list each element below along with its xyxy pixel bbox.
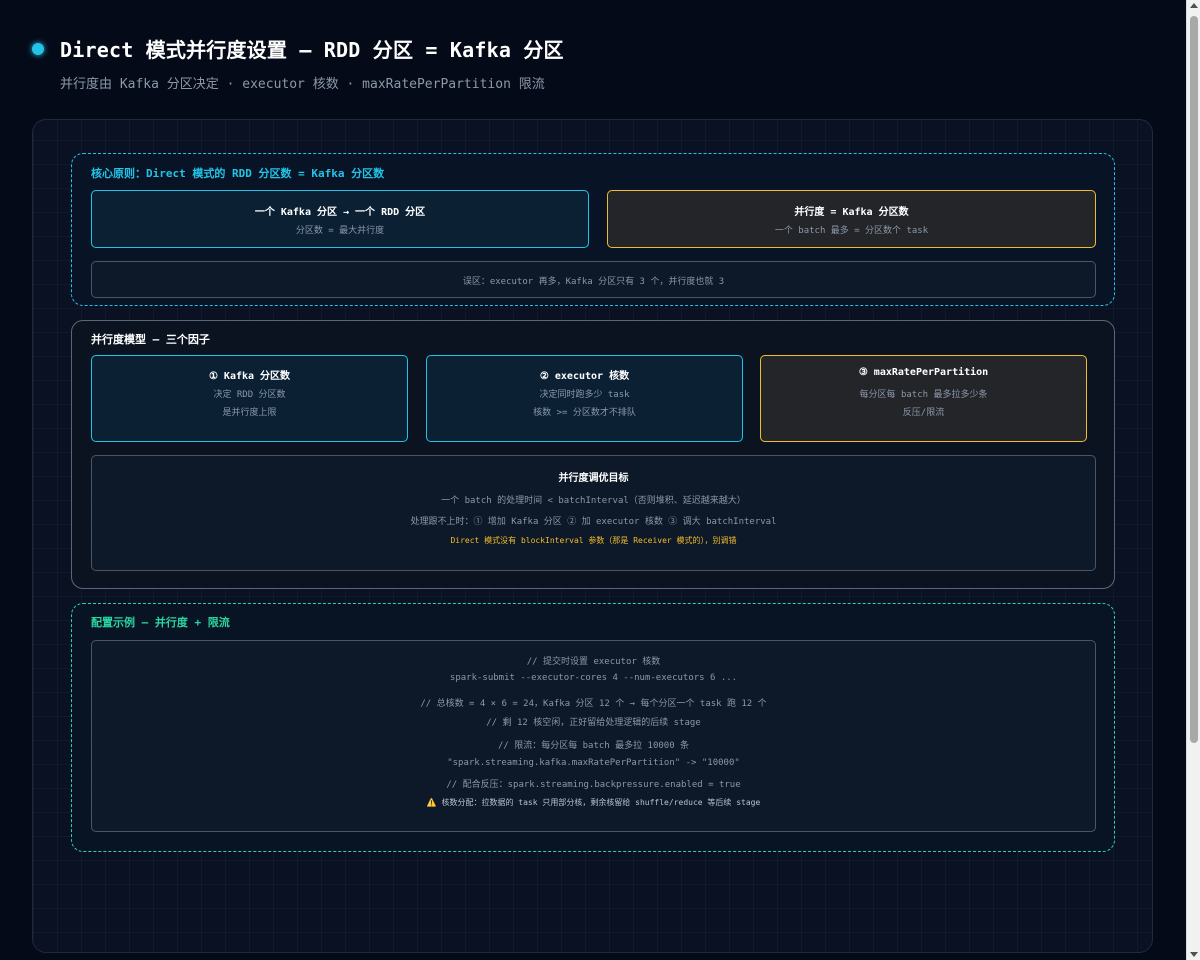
factor-line: 决定同时跑多少 task (539, 390, 630, 400)
scroll-down-icon[interactable] (1190, 952, 1198, 957)
factor-kafka-partitions: ① Kafka 分区数 决定 RDD 分区数 是并行度上限 (91, 355, 408, 442)
parallelism-model-section: 并行度模型 — 三个因子 ① Kafka 分区数 决定 RDD 分区数 是并行度… (71, 320, 1115, 589)
core-principle-title: 核心原则：Direct 模式的 RDD 分区数 = Kafka 分区数 (91, 167, 385, 180)
diagram-canvas: 核心原则：Direct 模式的 RDD 分区数 = Kafka 分区数 一个 K… (32, 119, 1153, 953)
parallelism-equals-heading: 并行度 = Kafka 分区数 (794, 207, 909, 218)
parallelism-equals-text: 一个 batch 最多 = 分区数个 task (774, 226, 929, 236)
code-comment: // 配合反压：spark.streaming.backpressure.ena… (446, 780, 741, 790)
factor-max-rate: ③ maxRatePerPartition 每分区每 batch 最多拉多少条 … (760, 355, 1087, 442)
title-bullet-icon (32, 42, 44, 55)
scrollbar-thumb[interactable] (1190, 16, 1198, 743)
core-principle-section: 核心原则：Direct 模式的 RDD 分区数 = Kafka 分区数 一个 K… (71, 153, 1115, 306)
tuning-goal-line: 处理跟不上时：① 增加 Kafka 分区 ② 加 executor 核数 ③ 调… (410, 517, 777, 527)
code-line: spark-submit --executor-cores 4 --num-ex… (449, 673, 738, 683)
tuning-goal-box: 并行度调优目标 一个 batch 的处理时间 < batchInterval（否… (91, 455, 1096, 571)
scroll-up-icon[interactable] (1190, 3, 1198, 8)
factor-heading: ② executor 核数 (539, 371, 630, 382)
partition-mapping-text: 分区数 = 最大并行度 (295, 226, 385, 236)
config-code-box: // 提交时设置 executor 核数 spark-submit --exec… (91, 640, 1096, 832)
code-comment: // 总核数 = 4 × 6 = 24，Kafka 分区 12 个 → 每个分区… (420, 699, 767, 709)
code-comment: // 剩 12 核空闲，正好留给处理逻辑的后续 stage (486, 718, 701, 728)
config-example-title: 配置示例 — 并行度 + 限流 (91, 616, 230, 629)
misconception-text: 误区：executor 再多，Kafka 分区只有 3 个，并行度也就 3 (462, 277, 725, 287)
factor-line: 是并行度上限 (222, 408, 277, 418)
factor-line: 反压/限流 (902, 408, 945, 418)
factor-line: 决定 RDD 分区数 (213, 390, 286, 400)
factor-executor-cores: ② executor 核数 决定同时跑多少 task 核数 >= 分区数才不排队 (426, 355, 743, 442)
code-line: "spark.streaming.kafka.maxRatePerPartiti… (447, 758, 740, 768)
code-warning: ⚠️ 核数分配：拉数据的 task 只用部分核，剩余核留给 shuffle/re… (426, 798, 761, 807)
page-title: Direct 模式并行度设置 — RDD 分区 = Kafka 分区 (60, 38, 564, 62)
page-subtitle: 并行度由 Kafka 分区决定 · executor 核数 · maxRateP… (60, 77, 545, 92)
tuning-goal-heading: 并行度调优目标 (558, 473, 629, 484)
factor-line: 每分区每 batch 最多拉多少条 (859, 390, 988, 400)
vertical-scrollbar[interactable] (1186, 0, 1200, 960)
header: Direct 模式并行度设置 — RDD 分区 = Kafka 分区 并行度由 … (32, 34, 564, 92)
partition-mapping-box: 一个 Kafka 分区 → 一个 RDD 分区 分区数 = 最大并行度 (91, 190, 589, 248)
factor-heading: ① Kafka 分区数 (208, 371, 291, 382)
parallelism-equals-box: 并行度 = Kafka 分区数 一个 batch 最多 = 分区数个 task (607, 190, 1096, 248)
factor-heading: ③ maxRatePerPartition (858, 367, 989, 378)
partition-mapping-heading: 一个 Kafka 分区 → 一个 RDD 分区 (254, 207, 426, 218)
config-example-section: 配置示例 — 并行度 + 限流 // 提交时设置 executor 核数 spa… (71, 603, 1115, 852)
tuning-goal-line: 一个 batch 的处理时间 < batchInterval（否则堆积、延迟越来… (441, 496, 746, 506)
code-comment: // 限流：每分区每 batch 最多拉 10000 条 (497, 741, 690, 751)
factor-line: 核数 >= 分区数才不排队 (533, 408, 636, 418)
parallelism-model-title: 并行度模型 — 三个因子 (91, 333, 210, 346)
code-comment: // 提交时设置 executor 核数 (526, 657, 661, 667)
tuning-goal-note: Direct 模式没有 blockInterval 参数（那是 Receiver… (450, 536, 737, 545)
misconception-box: 误区：executor 再多，Kafka 分区只有 3 个，并行度也就 3 (91, 261, 1096, 298)
